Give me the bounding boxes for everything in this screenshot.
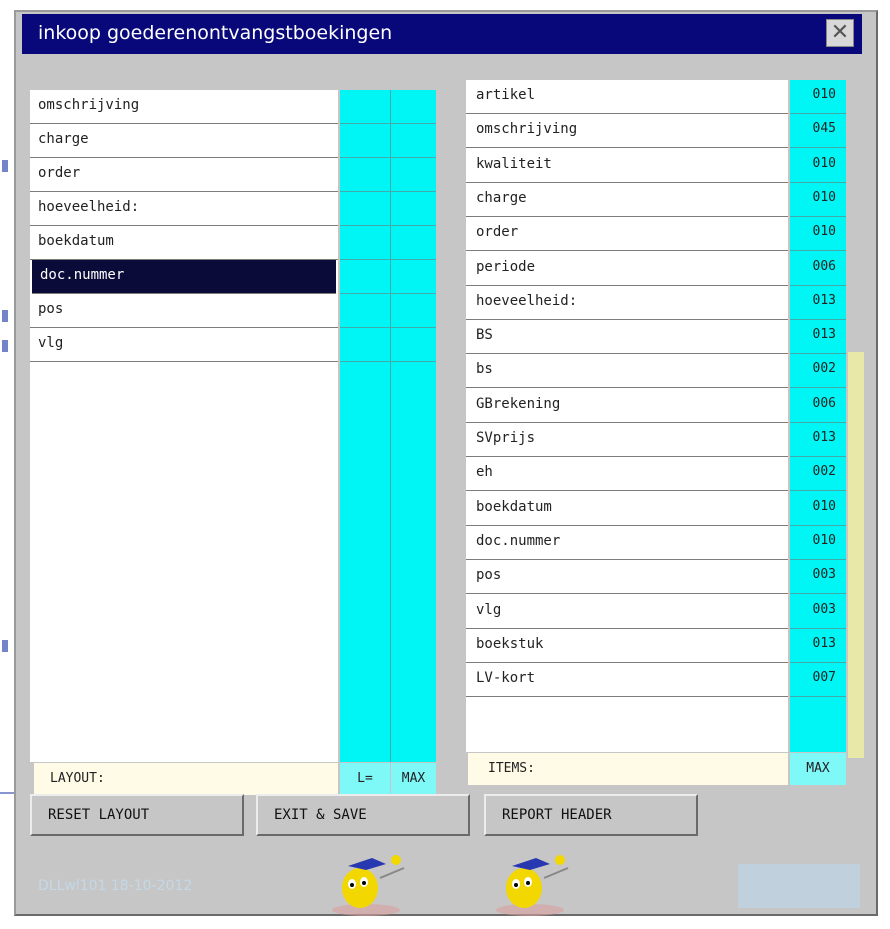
item-max-value: 003 [790, 560, 846, 595]
row-separator [340, 361, 436, 362]
layout-max-header: MAX [391, 763, 436, 795]
item-max-value: 003 [790, 595, 846, 629]
row-separator [340, 191, 436, 192]
background-mark [2, 340, 8, 352]
item-row[interactable]: SVprijs [466, 423, 788, 457]
item-max-value: 002 [790, 457, 846, 492]
layout-panel: omschrijving charge order hoeveelheid: boekd… [30, 90, 454, 798]
items-list[interactable]: artikel omschrijving kwaliteit charge order p… [466, 80, 788, 752]
item-row[interactable]: periode [466, 252, 788, 286]
report-header-button[interactable]: REPORT HEADER [484, 794, 698, 836]
row-separator [340, 157, 436, 158]
item-max-value: 010 [790, 149, 846, 183]
item-max-value: 010 [790, 80, 846, 114]
item-row[interactable]: boekstuk [466, 629, 788, 663]
row-separator [340, 123, 436, 124]
item-row[interactable]: BS [466, 320, 788, 355]
mascot-icon [496, 855, 569, 916]
row-separator [340, 327, 436, 328]
item-row[interactable]: boekdatum [466, 492, 788, 526]
item-max-value: 013 [790, 320, 846, 355]
item-max-value: 013 [790, 286, 846, 320]
layout-list[interactable]: omschrijving charge order hoeveelheid: boekd… [30, 90, 338, 762]
background-mark [2, 160, 8, 172]
item-row[interactable]: hoeveelheid: [466, 286, 788, 320]
item-row[interactable]: doc.nummer [466, 526, 788, 560]
items-max-header: MAX [790, 753, 846, 785]
item-max-value: 006 [790, 389, 846, 423]
layout-row[interactable]: boekdatum [30, 226, 338, 260]
close-button[interactable]: ✕ [826, 19, 854, 47]
layout-row[interactable]: charge [30, 124, 338, 158]
item-max-value: 010 [790, 183, 846, 217]
item-row[interactable]: vlg [466, 595, 788, 629]
item-max-value: 010 [790, 217, 846, 252]
layout-row[interactable]: pos [30, 294, 338, 328]
length-header: L= [340, 763, 390, 795]
title-bar[interactable]: inkoop goederenontvangstboekingen ✕ [22, 14, 862, 54]
corner-logo [738, 864, 860, 908]
background-window-edge [0, 0, 14, 929]
item-max-value: 006 [790, 252, 846, 286]
mascot-icon [332, 855, 405, 916]
items-label: ITEMS: [468, 753, 788, 785]
item-row[interactable]: pos [466, 560, 788, 595]
layout-label: LAYOUT: [34, 763, 338, 795]
background-mark [2, 310, 8, 322]
layout-row[interactable]: doc.nummer [32, 260, 336, 294]
version-label: DLLwl101 18-10-2012 [38, 878, 193, 894]
item-row[interactable]: charge [466, 183, 788, 217]
item-row[interactable]: bs [466, 354, 788, 389]
item-row[interactable]: order [466, 217, 788, 252]
item-max-value: 010 [790, 526, 846, 560]
item-max-value: 007 [790, 663, 846, 698]
item-row[interactable]: eh [466, 457, 788, 492]
layout-row[interactable]: order [30, 158, 338, 192]
layout-row[interactable]: hoeveelheid: [30, 192, 338, 226]
row-separator [340, 259, 436, 260]
item-max-value: 013 [790, 423, 846, 457]
item-max-value: 010 [790, 492, 846, 526]
item-row[interactable]: omschrijving [466, 114, 788, 149]
scrollbar-thumb[interactable] [848, 80, 864, 352]
row-separator [340, 225, 436, 226]
item-max-value: 013 [790, 629, 846, 663]
background-line [0, 792, 14, 794]
item-max-value: 045 [790, 114, 846, 149]
item-row[interactable]: GBrekening [466, 389, 788, 423]
layout-row[interactable]: vlg [30, 328, 338, 362]
item-row[interactable]: kwaliteit [466, 149, 788, 183]
exit-save-button[interactable]: EXIT & SAVE [256, 794, 470, 836]
layout-row[interactable]: omschrijving [30, 90, 338, 124]
item-row[interactable]: LV-kort [466, 663, 788, 698]
close-icon: ✕ [830, 20, 850, 45]
background-mark [2, 640, 8, 652]
window-title: inkoop goederenontvangstboekingen [38, 22, 393, 44]
item-row[interactable]: artikel [466, 80, 788, 114]
row-separator [340, 293, 436, 294]
item-max-value: 002 [790, 354, 846, 389]
items-scrollbar[interactable] [848, 80, 864, 758]
reset-layout-button[interactable]: RESET LAYOUT [30, 794, 244, 836]
